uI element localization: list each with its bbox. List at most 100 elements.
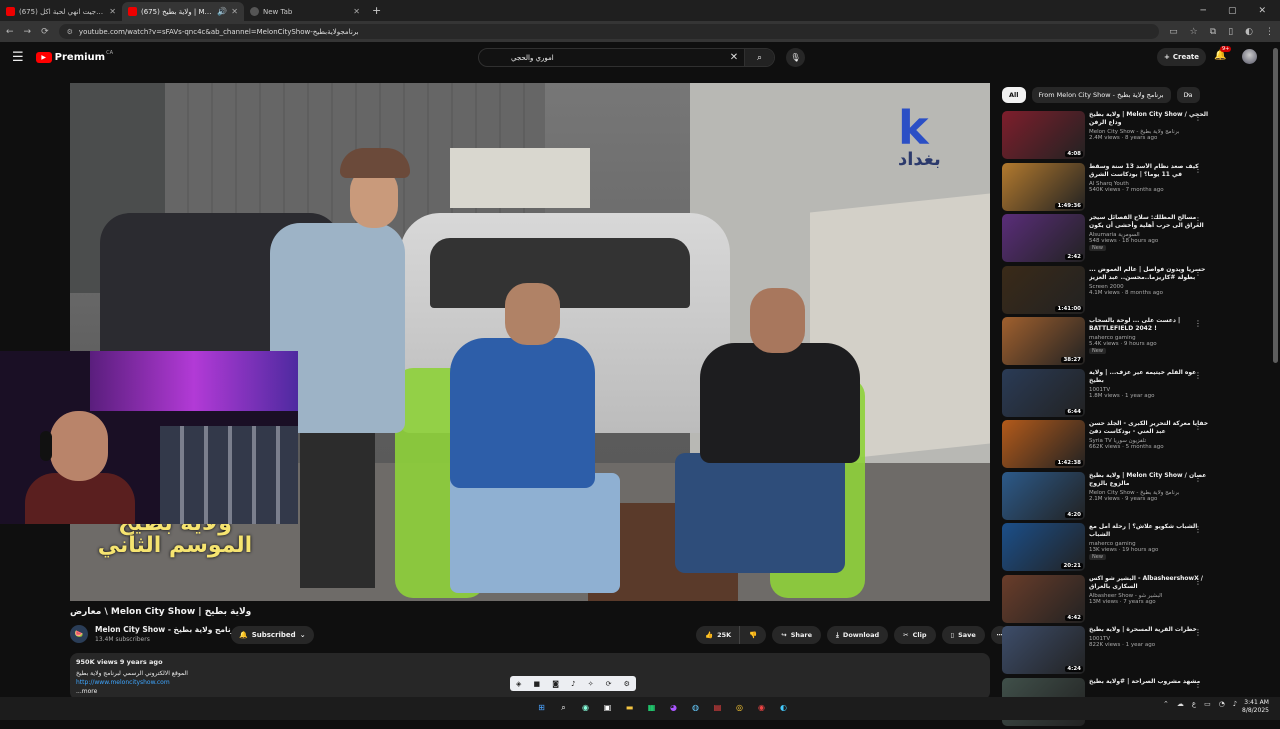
channel-avatar[interactable]: 🍉 (70, 625, 88, 643)
recommendation-title[interactable]: الشباب شكويو علاش؟ | رحلة أمل مع الشباب (1089, 523, 1210, 539)
pin-icon[interactable]: ✧ (588, 680, 594, 688)
wifi-icon[interactable]: ◔ (1219, 700, 1225, 708)
forward-icon[interactable]: → (24, 27, 32, 37)
video-thumbnail[interactable]: 1:49:36 (1002, 162, 1085, 211)
back-icon[interactable]: ← (6, 27, 14, 37)
more-options-icon[interactable]: ⋮ (1194, 525, 1202, 534)
like-button[interactable]: 👍 25K (696, 626, 741, 644)
more-options-icon[interactable]: ⋮ (1194, 216, 1202, 225)
display-icon[interactable]: ▭ (1204, 700, 1211, 708)
recommendation-item[interactable]: 38:27 دعست على ... لوحة بالسحاب | BATTLEF… (1002, 317, 1210, 368)
chevron-up-icon[interactable]: ⌃ (1163, 700, 1169, 708)
audio-icon[interactable]: ♪ (571, 680, 575, 688)
page-scrollbar[interactable] (1273, 48, 1278, 363)
video-thumbnail[interactable]: 4:42 (1002, 574, 1085, 623)
discord-icon[interactable]: ◕ (666, 700, 681, 715)
chevron-right-icon[interactable]: › (1186, 90, 1190, 100)
clip-button[interactable]: ✂ Clip (894, 626, 936, 644)
more-options-icon[interactable]: ⋮ (1194, 371, 1202, 380)
recommendation-title[interactable]: حسريا ويدون فواصل | عالم الغموض ... بطول… (1089, 266, 1210, 282)
url-field[interactable]: ⚙ youtube.com/watch?v=sFAVs-qnc4c&ab_cha… (58, 24, 1160, 39)
recommendation-title[interactable]: البشير شو اكس - AlbasheershowX / السكارى… (1089, 575, 1210, 591)
close-icon[interactable]: ✕ (109, 7, 116, 16)
more-options-icon[interactable]: ⋮ (1194, 165, 1202, 174)
settings-icon[interactable]: ⚙ (624, 680, 630, 688)
recommendation-title[interactable]: مسالح المطلك: سلاح الفصائل سيجر العراق ا… (1089, 214, 1210, 230)
recommendation-item[interactable]: 1:49:36 كيف صعد نظام الأسد 13 سنة وسقط في… (1002, 162, 1210, 214)
minimize-icon[interactable]: ─ (1201, 6, 1206, 16)
share-button[interactable]: ↪ Share (772, 626, 822, 644)
onedrive-icon[interactable]: ☁ (1177, 700, 1184, 708)
voice-search-button[interactable]: 🎙 (786, 48, 805, 67)
speaker-icon[interactable]: 🔊 (217, 7, 227, 16)
browser-tab-2[interactable]: (675) ولاية بطيخ | Melon City Show 🔊 ✕ (122, 2, 244, 21)
recommendation-title[interactable]: خفايا معركة التحرير الكبرى - الجلد حسن ع… (1089, 420, 1210, 436)
subscribed-button[interactable]: 🔔 Subscribed ⌄ (231, 626, 314, 644)
more-options-icon[interactable]: ⋮ (1194, 113, 1202, 122)
save-button[interactable]: ▯ Save (941, 626, 985, 644)
reload-icon[interactable]: ⟳ (41, 27, 49, 37)
stop-icon[interactable]: ■ (534, 680, 541, 688)
new-tab-button[interactable]: + (366, 4, 387, 17)
recommendation-item[interactable]: 1:41:00 حسريا ويدون فواصل | عالم الغموض .… (1002, 265, 1210, 317)
more-options-icon[interactable]: ⋮ (1194, 577, 1202, 586)
search-box[interactable]: اموري والحجي ✕ ⌕ (478, 48, 775, 67)
taskbar-clock[interactable]: 3:41 AM 8/8/2025 (1242, 699, 1269, 715)
video-thumbnail[interactable]: 1:42:38 (1002, 420, 1085, 468)
more-options-icon[interactable]: ⋮ (1194, 422, 1202, 431)
copilot-icon[interactable]: ◉ (578, 700, 593, 715)
video-thumbnail[interactable]: 6:44 (1002, 368, 1085, 417)
file-explorer-icon[interactable]: ▬ (622, 700, 637, 715)
video-thumbnail[interactable]: 4:20 (1002, 471, 1085, 520)
recommendation-item[interactable]: 4:08 ولاية بطيخ | Melon City Show / الحجي… (1002, 111, 1210, 162)
video-thumbnail[interactable]: 4:08 (1002, 111, 1085, 159)
recommendation-item[interactable]: 4:24 خطرات القرية المسحرة | ولاية بطيخ 100… (1002, 626, 1210, 677)
recommendation-item[interactable]: 1:42:38 خفايا معركة التحرير الكبرى - الجل… (1002, 420, 1210, 471)
video-thumbnail[interactable]: 20:21 (1002, 523, 1085, 571)
video-thumbnail[interactable]: 38:27 (1002, 317, 1085, 365)
recommendation-title[interactable]: خطرات القرية المسحرة | ولاية بطيخ (1089, 626, 1210, 634)
recommendation-title[interactable]: ولاية بطيخ | Melon City Show / الحجي ودا… (1089, 111, 1210, 127)
extensions-icon[interactable]: ⧉ (1210, 27, 1216, 37)
recommendation-title[interactable]: عوه الفلم خيتيمه عير عزف... | ولاية بطيخ (1089, 369, 1210, 385)
recommendation-item[interactable]: 4:42 البشير شو اكس - AlbasheershowX / الس… (1002, 574, 1210, 626)
more-options-icon[interactable]: ⋮ (1194, 628, 1202, 637)
profile-icon[interactable]: ◐ (1245, 27, 1253, 37)
channel-name[interactable]: Melon City Show - برنامج ولاية بطيخ (95, 625, 238, 634)
close-window-icon[interactable]: ✕ (1258, 6, 1266, 16)
recommendation-title[interactable]: مشهد مشروب الصراحة | #ولاية بطيخ (1089, 678, 1210, 686)
language-indicator[interactable]: ع (1192, 700, 1196, 708)
hamburger-menu-icon[interactable]: ☰ (12, 50, 24, 65)
task-view-icon[interactable]: ▣ (600, 700, 615, 715)
chip-from-channel[interactable]: From Melon City Show - برنامج ولاية بطيخ (1031, 87, 1171, 103)
recommendation-title[interactable]: ولاية بطيخ | Melon City Show / عصان مالز… (1089, 472, 1210, 488)
dislike-button[interactable]: 👎 (740, 626, 767, 644)
recommendation-title[interactable]: دعست على ... لوحة بالسحاب | BATTLEFIELD … (1089, 317, 1210, 333)
recommendation-item[interactable]: 4:20 ولاية بطيخ | Melon City Show / عصان … (1002, 471, 1210, 523)
chrome-icon[interactable]: ◎ (732, 700, 747, 715)
recommendation-title[interactable]: كيف صعد نظام الأسد 13 سنة وسقط في 11 يوم… (1089, 163, 1210, 179)
site-info-icon[interactable]: ⚙ (67, 28, 73, 36)
clear-search-icon[interactable]: ✕ (724, 52, 744, 63)
recommendation-item[interactable]: 20:21 الشباب شكويو علاش؟ | رحلة أمل مع ال… (1002, 523, 1210, 574)
video-thumbnail[interactable]: 4:24 (1002, 626, 1085, 674)
browser-tab-3[interactable]: New Tab ✕ (244, 2, 366, 21)
recommendation-item[interactable]: 2:42 مسالح المطلك: سلاح الفصائل سيجر العر… (1002, 214, 1210, 265)
browser-icon[interactable]: ◐ (776, 700, 791, 715)
close-icon[interactable]: ✕ (353, 7, 360, 16)
recommendation-item[interactable]: 6:44 عوه الفلم خيتيمه عير عزف... | ولاية … (1002, 368, 1210, 420)
close-icon[interactable]: ✕ (231, 7, 238, 16)
cast-icon[interactable]: ▭ (1169, 27, 1178, 37)
search-icon[interactable]: ⌕ (556, 700, 571, 715)
camera-icon[interactable]: ◙ (552, 680, 559, 688)
shield-icon[interactable]: ◈ (516, 680, 521, 688)
youtube-premium-logo[interactable]: ▶ Premium CA (35, 50, 113, 63)
menu-icon[interactable]: ⋮ (1265, 27, 1274, 37)
more-options-icon[interactable]: ⋮ (1194, 268, 1202, 277)
notifications-button[interactable]: 🔔 9+ (1214, 46, 1232, 61)
more-options-icon[interactable]: ⋮ (1194, 474, 1202, 483)
store-icon[interactable]: ▦ (644, 700, 659, 715)
more-options-icon[interactable]: ⋮ (1194, 680, 1202, 689)
browser-tab-1[interactable]: (675) كود 11 جيت انهي لحبة اكل ✕ (0, 2, 122, 21)
bookmark-star-icon[interactable]: ☆ (1190, 27, 1198, 37)
